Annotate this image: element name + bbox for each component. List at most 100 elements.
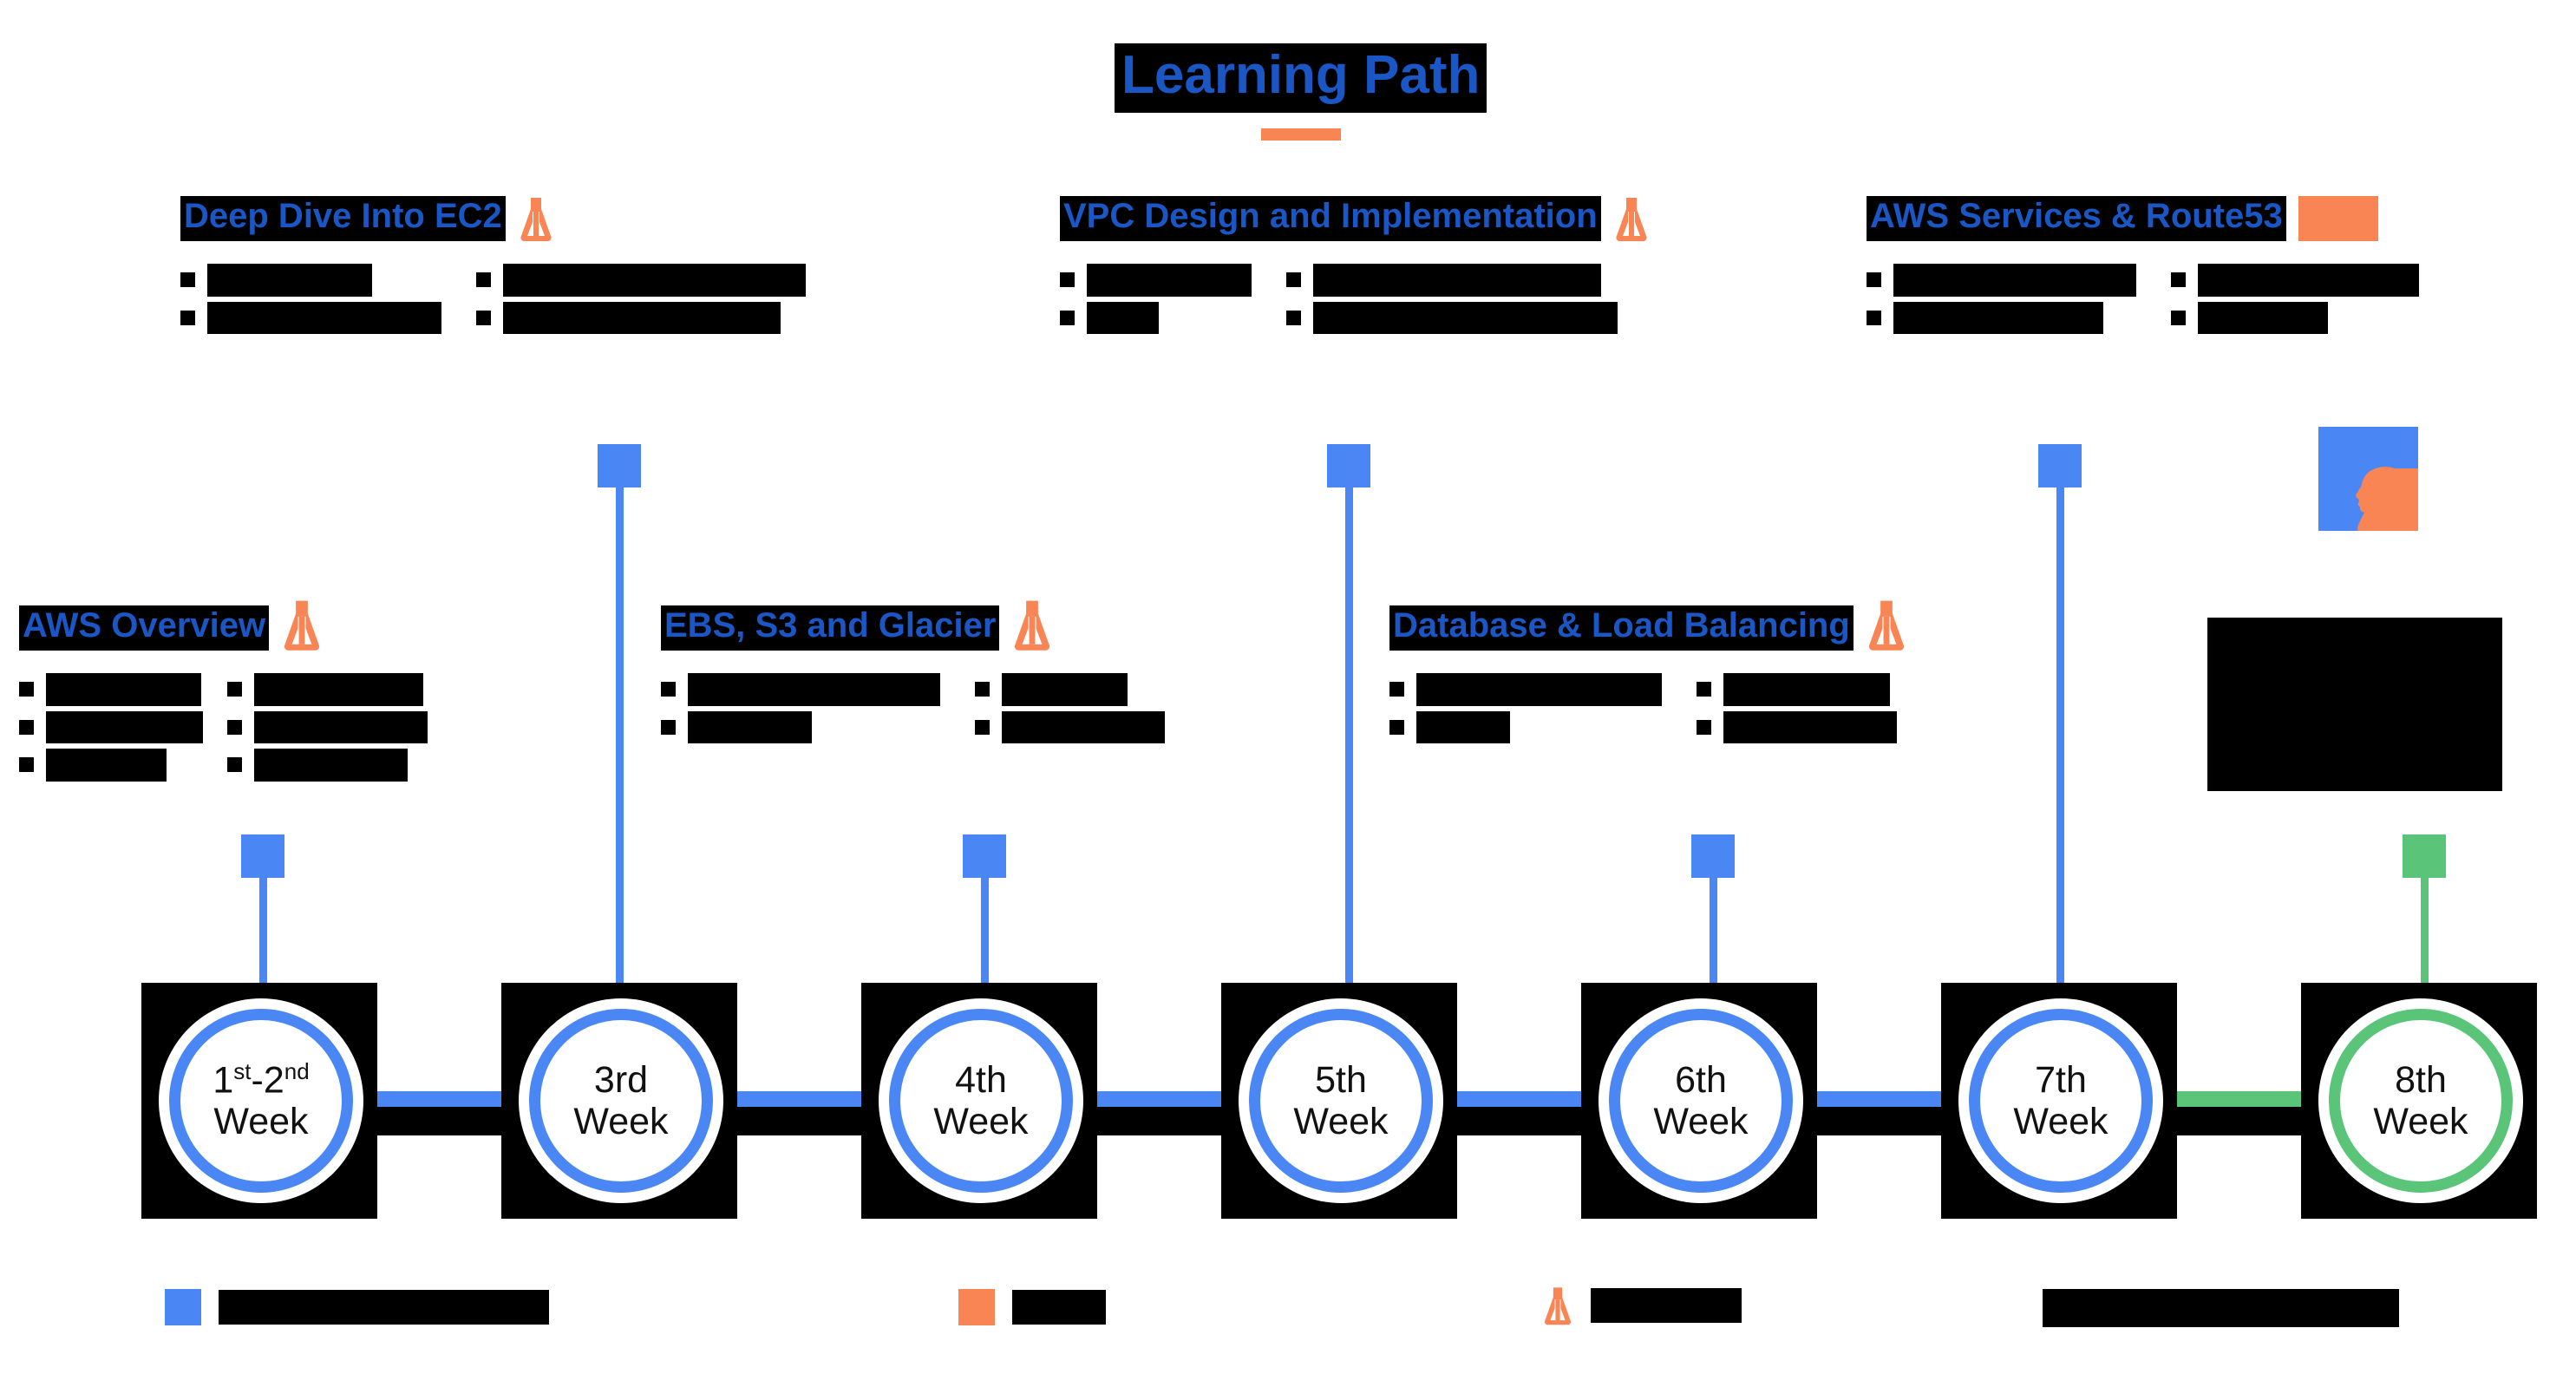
flask-icon [284,600,320,651]
bullet-item: Types of EC2 [180,264,441,297]
legend-label: Instructor-Led / Self-Paced [219,1289,549,1325]
bullet-item: AWS IAM [19,749,203,782]
certificate-badge-icon [2318,427,2418,531]
module-header: AWS Overview [19,599,428,651]
legend-label: Assignment [1591,1287,1742,1324]
bullet-text: Application Services [1893,264,2137,297]
module-aws-overview: AWS Overview AWS History AWS Console AWS… [19,599,428,782]
bullet-marker [1286,272,1302,288]
bullet-text: Load balancer [1723,710,1898,744]
title-underline-bar [1260,128,1341,141]
bullet-text: AWS storage options [688,673,940,706]
module-bullet-list: Application Services Compute Services Am… [1867,264,2420,335]
bullet-marker [1389,719,1404,735]
module-header: EBS, S3 and Glacier [661,599,1165,651]
bullet-marker [1867,272,1881,288]
module-header: VPC Design and Implementation [1060,196,1650,241]
bullet-marker [661,719,676,735]
legend-item-assignment: Assignment [1542,1286,1742,1325]
project-swatch-icon [2298,196,2378,241]
bullet-item: Amazon VPC [1060,264,1252,297]
bullet-text: AWS Region [46,710,203,744]
bullet-marker [1060,310,1075,325]
bullet-marker [476,310,492,325]
bullet-item: AWS Services [226,710,428,744]
study-plan-note: *Study Plan: 8 hrs per week* [2043,1289,2399,1327]
bullet-marker [180,310,195,325]
bullet-text: Compute Services [2198,264,2420,297]
bullet-text: EC2 Windows Instance [503,301,781,335]
bullet-text: Types of EC2 [207,264,373,297]
node-circle[interactable]: 1st-2nd Week [169,1009,353,1193]
node-circle[interactable]: 7th Week [1969,1009,2153,1193]
bullet-marker [226,757,242,773]
bullet-item: Public & private subnets [1286,264,1618,297]
bullet-item: ACLs [1060,301,1252,335]
module-bullet-list: Amazon VPC Public & private subnets ACLs… [1060,264,1650,335]
module-vpc-design: VPC Design and Implementation Amazon VPC… [1060,196,1650,335]
module-title: AWS Services & Route53 [1867,196,2286,241]
module-ebs-s3-glacier: EBS, S3 and Glacier AWS storage options … [661,599,1166,744]
node-circle[interactable]: 4th Week [889,1009,1073,1193]
node-sublabel: Week [1293,1101,1389,1142]
bullet-item: Amazon RDS [1696,673,1897,706]
module-title: VPC Design and Implementation [1060,196,1601,241]
bullet-marker [1286,310,1302,325]
certificate-caption [2207,618,2502,791]
bullet-item: AWS Region [19,710,203,744]
bullet-marker [180,272,195,288]
node-circle[interactable]: 3rd Week [529,1009,713,1193]
module-title: Deep Dive Into EC2 [180,196,506,241]
bullet-marker [19,682,34,697]
flask-icon [1616,198,1647,241]
bullet-text: AWS Console [253,673,424,706]
node-label: 6th [1675,1058,1727,1101]
module-bullet-list: AWS storage options AWS EBS S3 bucket Da… [661,673,1166,744]
bullet-item: EC2 Windows Instance [476,301,806,335]
node-sublabel: Week [2373,1101,2468,1142]
page-title-block: Learning Path [1115,43,1487,141]
learning-path-infographic: Learning Path Deep Dive Into EC2 Types o… [0,0,2576,1374]
flask-icon [1868,600,1904,651]
legend-item-instructor-led: Instructor-Led / Self-Paced [165,1289,549,1325]
node-sublabel: Week [1653,1101,1749,1142]
node-label: 7th [2035,1058,2087,1101]
node-circle[interactable]: 6th Week [1609,1009,1793,1193]
bullet-text: Monitoring [2198,301,2329,335]
flask-icon [520,198,552,241]
module-deep-dive-ec2: Deep Dive Into EC2 Types of EC2 Amazon M… [180,196,806,335]
module-header: AWS Services & Route53 [1867,196,2419,241]
bullet-marker [2171,310,2187,325]
bullet-text: Amazon RDS [1723,673,1890,706]
bullet-marker [19,719,34,735]
bullet-item: AWS Console [226,673,428,706]
module-title: EBS, S3 and Glacier [661,605,1000,651]
bullet-item: AWS storage options [661,673,940,706]
bullet-marker [974,719,990,735]
bullet-marker [1696,719,1711,735]
bullet-text: S3 bucket [688,710,813,744]
connector-knob [963,834,1006,878]
bullet-text: AWS Services [253,710,428,744]
bullet-item: S3 bucket [661,710,940,744]
connector-knob-green [2403,834,2446,878]
bullet-text: Scaling [1416,710,1511,744]
bullet-marker [19,757,34,773]
bullet-marker [2171,272,2187,288]
bullet-item: NAT gateway & instances [1286,301,1618,335]
bullet-marker [1867,310,1881,325]
node-circle[interactable]: 8th Week [2329,1009,2513,1193]
bullet-marker [661,682,676,697]
module-header: Database & Load Balancing [1389,599,1907,651]
node-sublabel: Week [573,1101,669,1142]
bullet-text: AWS IAM [46,749,167,782]
node-label: 8th [2395,1058,2447,1101]
module-bullet-list: AWS History AWS Console AWS Region AWS S… [19,673,428,782]
certificate-caption-text: AWS Certificate [2207,729,2390,757]
node-circle[interactable]: 5th Week [1249,1009,1433,1193]
bullet-item: Load balancer [1696,710,1898,744]
bullet-item: Scaling [1389,710,1662,744]
bullet-item: SQL and NoSQL DB [1389,673,1662,706]
bullet-marker [1060,272,1075,288]
bullet-text: ACLs [1087,301,1160,335]
